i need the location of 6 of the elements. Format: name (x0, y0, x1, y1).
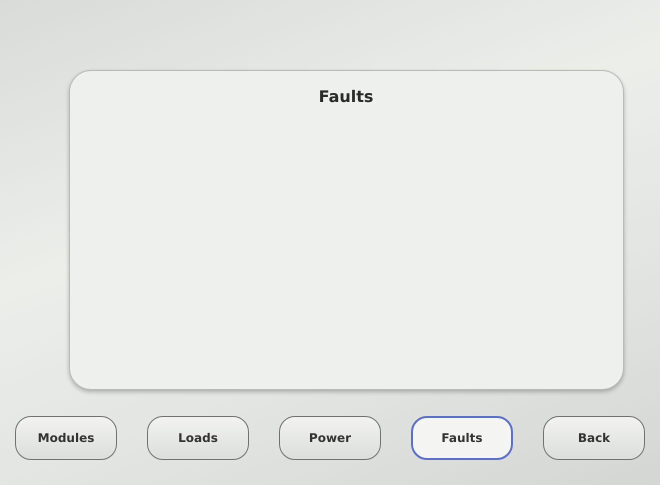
nav-button[interactable]: Loads (147, 416, 249, 460)
nav-button[interactable]: Modules (15, 416, 117, 460)
nav-button[interactable]: Power (279, 416, 381, 460)
nav-button[interactable]: Back (543, 416, 645, 460)
nav-button[interactable]: Faults (411, 416, 513, 460)
panel-title: Faults (318, 87, 374, 107)
